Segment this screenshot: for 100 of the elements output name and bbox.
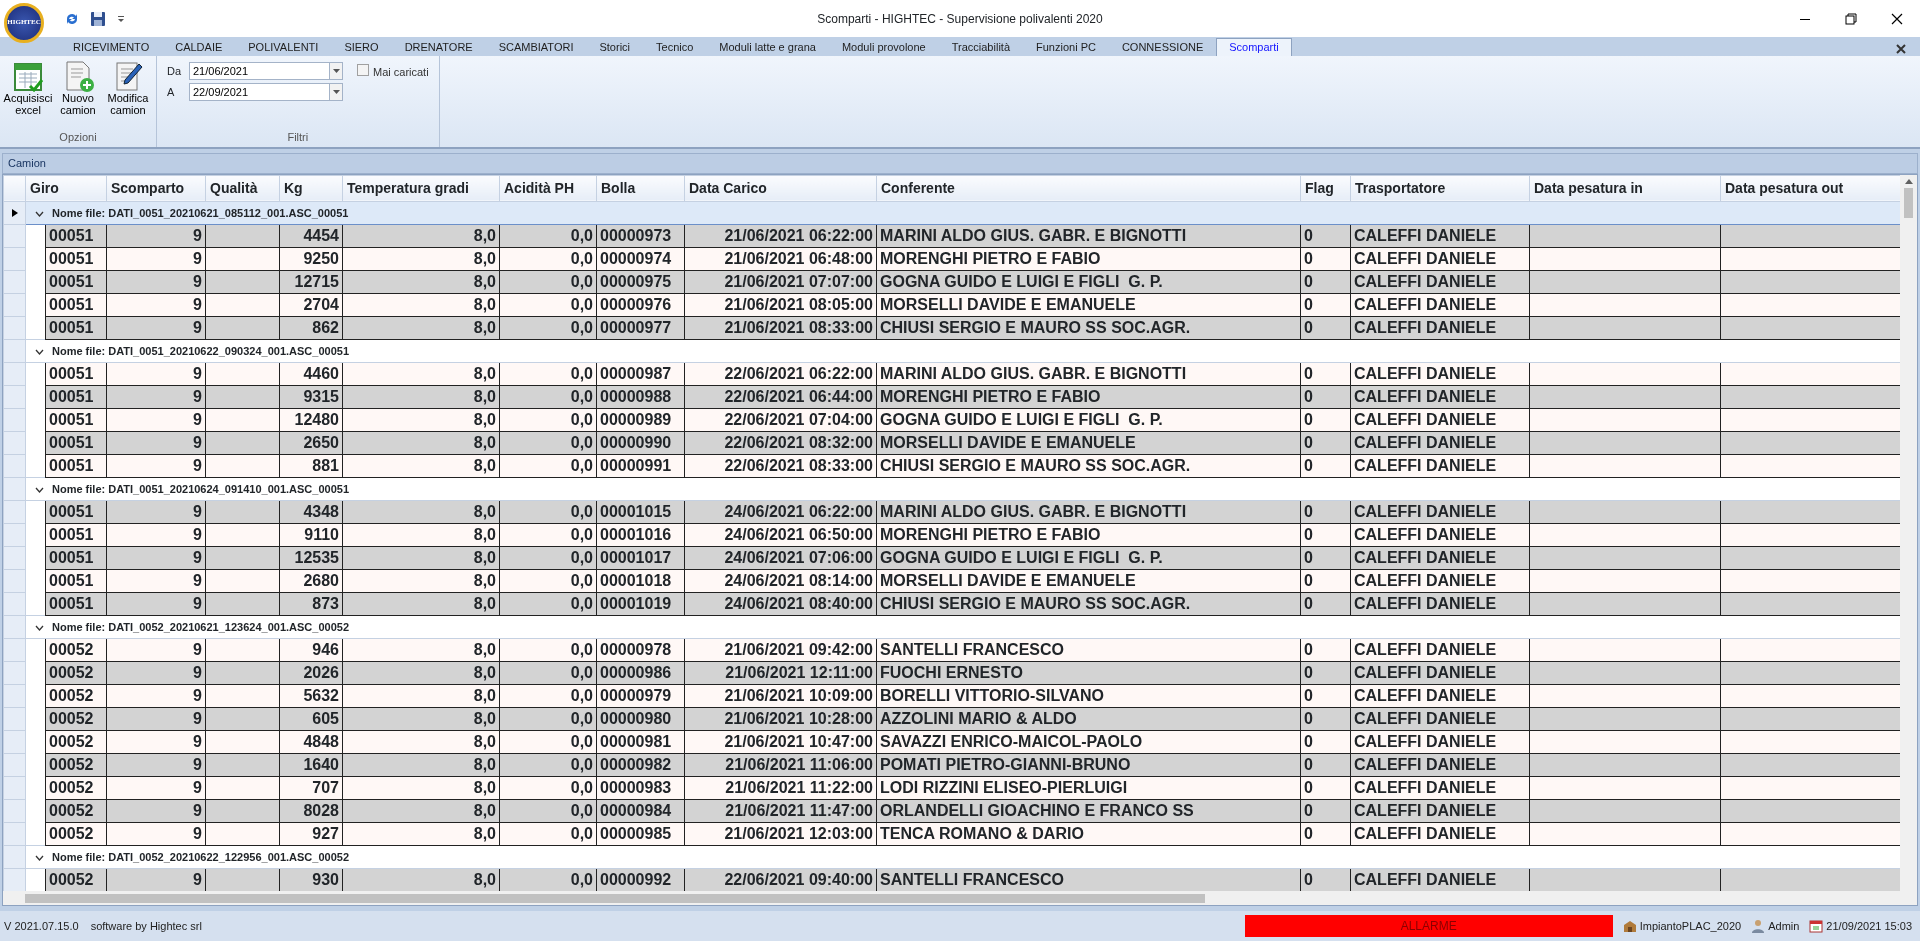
status-datetime: 21/09/2021 15:03	[1826, 918, 1912, 934]
field-label: A	[167, 84, 176, 100]
column-header[interactable]: Scomparto	[106, 175, 206, 201]
column-header[interactable]: Data Carico	[684, 175, 877, 201]
table-cell: POMATI PIETRO-GIANNI-BRUNO	[876, 753, 1301, 776]
ribbon-button[interactable]: Nuovo camion	[54, 60, 102, 129]
scroll-up-icon[interactable]	[1904, 178, 1913, 184]
table-cell: 21/06/2021 10:28:00	[684, 707, 877, 730]
table-cell: 00051	[45, 316, 107, 339]
table-cell: 8,0	[342, 868, 500, 891]
column-header[interactable]: Temperatura gradi	[342, 175, 500, 201]
ribbon-tab[interactable]: SIERO	[331, 38, 392, 56]
table-cell: MORENGHI PIETRO E FABIO	[876, 523, 1301, 546]
table-cell: LODI RIZZINI ELISEO-PIERLUIGI	[876, 776, 1301, 799]
table-cell: 22/06/2021 06:44:00	[684, 385, 877, 408]
alarm-indicator: ALLARME	[1244, 915, 1613, 937]
ribbon-tab[interactable]: Moduli latte e grana	[706, 38, 829, 56]
table-cell: 24/06/2021 08:40:00	[684, 592, 877, 615]
column-header[interactable]: Bolla	[596, 175, 685, 201]
ribbon-tab[interactable]: Moduli provolone	[828, 38, 939, 56]
table-cell: 21/06/2021 06:22:00	[684, 224, 877, 247]
table-cell: 00052	[45, 661, 107, 684]
collapse-icon[interactable]	[35, 348, 44, 355]
column-header[interactable]: Conferente	[876, 175, 1301, 201]
table-cell: CALEFFI DANIELE	[1350, 684, 1530, 707]
column-header[interactable]: Giro	[25, 175, 107, 201]
table-cell: 24/06/2021 06:50:00	[684, 523, 877, 546]
ribbon-tab[interactable]: Tecnico	[643, 38, 707, 56]
ribbon-tab[interactable]: DRENATORE	[391, 38, 486, 56]
table-cell: 00051	[45, 270, 107, 293]
dropdown-icon[interactable]	[116, 13, 126, 24]
dropdown-button[interactable]	[329, 83, 343, 101]
table-cell: SAVAZZI ENRICO-MAICOL-PAOLO	[876, 730, 1301, 753]
column-header[interactable]: Flag	[1300, 175, 1351, 201]
ribbon-tab[interactable]: Scomparti	[1216, 38, 1292, 56]
table-cell: 21/06/2021 09:42:00	[684, 638, 877, 661]
collapse-icon[interactable]	[35, 854, 44, 861]
date-input[interactable]: 22/09/2021	[189, 83, 329, 101]
collapse-icon[interactable]	[35, 210, 44, 217]
table-cell: 8,0	[342, 500, 500, 523]
table-cell: ORLANDELLI GIOACHINO E FRANCO SS	[876, 799, 1301, 822]
table-cell: 21/06/2021 08:33:00	[684, 316, 877, 339]
table-cell: 21/06/2021 11:22:00	[684, 776, 877, 799]
group-title: Filtri	[286, 129, 310, 145]
table-cell: 00052	[45, 707, 107, 730]
table-cell: CHIUSI SERGIO E MAURO SS SOC.AGR.	[876, 316, 1301, 339]
table-cell: CALEFFI DANIELE	[1350, 500, 1530, 523]
table-cell: CALEFFI DANIELE	[1350, 638, 1530, 661]
close-icon[interactable]	[1896, 43, 1906, 54]
ribbon-tab[interactable]: Storici	[586, 38, 643, 56]
restore-icon[interactable]	[1845, 12, 1857, 25]
checkbox[interactable]	[357, 64, 369, 76]
table-cell: CHIUSI SERGIO E MAURO SS SOC.AGR.	[876, 454, 1301, 477]
table-cell: CALEFFI DANIELE	[1350, 293, 1530, 316]
table-cell: 8,0	[342, 316, 500, 339]
ribbon-tab[interactable]: POLIVALENTI	[235, 38, 332, 56]
ribbon-button[interactable]: Modifica camion	[104, 60, 152, 129]
table-cell: 00051	[45, 592, 107, 615]
table-cell: CALEFFI DANIELE	[1350, 799, 1530, 822]
table-cell: 8,0	[342, 730, 500, 753]
table-cell: 8,0	[342, 523, 500, 546]
column-header[interactable]: Acidità PH	[499, 175, 597, 201]
collapse-icon[interactable]	[35, 486, 44, 493]
table-cell: 00051	[45, 431, 107, 454]
column-header[interactable]: Trasportatore	[1350, 175, 1530, 201]
table-cell: CALEFFI DANIELE	[1350, 592, 1530, 615]
table-cell: 00051	[45, 523, 107, 546]
column-header[interactable]: Data pesatura in	[1529, 175, 1721, 201]
table-cell: CALEFFI DANIELE	[1350, 776, 1530, 799]
table-cell: CALEFFI DANIELE	[1350, 730, 1530, 753]
dropdown-button[interactable]	[329, 62, 343, 80]
building-icon	[1622, 919, 1637, 933]
table-cell: 8,0	[342, 776, 500, 799]
ribbon-tab[interactable]: CONNESSIONE	[1108, 38, 1217, 56]
column-header[interactable]: Data pesatura out	[1720, 175, 1900, 201]
table-cell: CALEFFI DANIELE	[1350, 661, 1530, 684]
table-cell: CALEFFI DANIELE	[1350, 247, 1530, 270]
table-cell: 00052	[45, 638, 107, 661]
ribbon-tab[interactable]: CALDAIE	[162, 38, 236, 56]
close-icon[interactable]	[1891, 12, 1903, 25]
ribbon-tab[interactable]: Tracciabilità	[938, 38, 1023, 56]
table-cell: SANTELLI FRANCESCO	[876, 868, 1301, 891]
ribbon-tab[interactable]: SCAMBIATORI	[485, 38, 587, 56]
table-cell: 00052	[45, 753, 107, 776]
ribbon-button[interactable]: Acquisisci excel	[4, 60, 52, 129]
date-input[interactable]: 21/06/2021	[189, 62, 329, 80]
table-cell: CALEFFI DANIELE	[1350, 316, 1530, 339]
table-cell: AZZOLINI MARIO & ALDO	[876, 707, 1301, 730]
table-cell: GOGNA GUIDO E LUIGI E FIGLI G. P.	[876, 546, 1301, 569]
collapse-icon[interactable]	[35, 624, 44, 631]
column-header[interactable]: Kg	[279, 175, 343, 201]
ribbon-tab[interactable]: RICEVIMENTO	[60, 38, 163, 56]
save-icon[interactable]	[90, 10, 106, 27]
table-cell: MARINI ALDO GIUS. GABR. E BIGNOTTI	[876, 500, 1301, 523]
table-cell: 21/06/2021 11:06:00	[684, 753, 877, 776]
table-cell: 8,0	[342, 431, 500, 454]
column-header[interactable]: Qualità	[205, 175, 280, 201]
table-cell: 21/06/2021 10:09:00	[684, 684, 877, 707]
ribbon-tab[interactable]: Funzioni PC	[1023, 38, 1109, 56]
version-text: V 2021.07.15.0	[4, 918, 79, 934]
